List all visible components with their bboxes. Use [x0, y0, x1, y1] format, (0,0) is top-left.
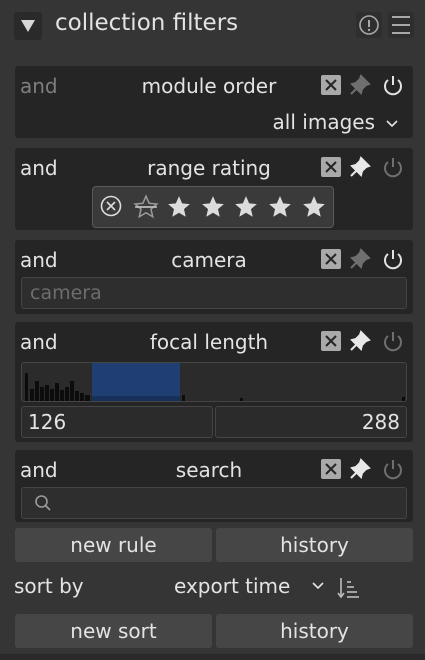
- search-input[interactable]: [21, 487, 407, 519]
- pin-icon[interactable]: [349, 248, 371, 270]
- rule-header: and range rating: [15, 148, 413, 184]
- range-min-field[interactable]: 126: [21, 406, 213, 438]
- remove-rule-icon[interactable]: [320, 458, 342, 480]
- rule-camera: and camera camera: [15, 240, 413, 314]
- remove-rule-icon[interactable]: [320, 248, 342, 270]
- dropdown-value: all images: [272, 110, 375, 134]
- rule-header: and search: [15, 450, 413, 486]
- sort-property-dropdown[interactable]: export time: [174, 574, 290, 598]
- camera-placeholder: camera: [30, 282, 102, 304]
- rating-range-widget[interactable]: [92, 186, 334, 228]
- power-icon[interactable]: [381, 330, 403, 352]
- new-rule-button[interactable]: new rule: [15, 528, 212, 562]
- sort-order-icon[interactable]: [336, 576, 360, 600]
- star-icon[interactable]: [301, 194, 327, 220]
- power-icon[interactable]: [381, 156, 403, 178]
- rule-property[interactable]: camera: [15, 248, 403, 272]
- remove-rule-icon[interactable]: [320, 330, 342, 352]
- camera-input[interactable]: camera: [21, 277, 407, 309]
- sort-row: sort by export time: [0, 570, 425, 606]
- range-max-value: 288: [361, 410, 400, 434]
- remove-rule-icon[interactable]: [320, 74, 342, 96]
- star-empty-icon[interactable]: [133, 194, 159, 220]
- info-icon[interactable]: [356, 12, 382, 38]
- star-icon[interactable]: [166, 194, 192, 220]
- power-icon[interactable]: [381, 248, 403, 270]
- presets-menu-icon[interactable]: [388, 12, 414, 38]
- range-max-field[interactable]: 288: [215, 406, 407, 438]
- rule-search: and search: [15, 450, 413, 522]
- pin-icon[interactable]: [349, 156, 371, 178]
- module-title: collection filters: [55, 10, 239, 36]
- rejected-icon[interactable]: [99, 194, 123, 218]
- chevron-down-icon: [386, 119, 398, 127]
- histogram-selection: [92, 363, 180, 401]
- rules-history-button[interactable]: history: [216, 528, 413, 562]
- pin-icon[interactable]: [349, 330, 371, 352]
- rule-property[interactable]: focal length: [15, 330, 403, 354]
- sort-history-button[interactable]: history: [216, 614, 413, 648]
- star-icon[interactable]: [233, 194, 259, 220]
- rule-range-rating: and range rating: [15, 148, 413, 230]
- collapse-triangle-icon[interactable]: [14, 12, 42, 40]
- pin-icon[interactable]: [349, 458, 371, 480]
- new-sort-button[interactable]: new sort: [15, 614, 212, 648]
- rule-header: and focal length: [15, 322, 413, 358]
- search-icon: [35, 495, 51, 511]
- rule-property[interactable]: module order: [15, 74, 403, 98]
- star-icon[interactable]: [267, 194, 293, 220]
- chevron-down-icon[interactable]: [311, 581, 325, 591]
- focal-length-histogram[interactable]: [21, 362, 407, 402]
- rule-property[interactable]: range rating: [15, 156, 403, 180]
- power-icon[interactable]: [381, 458, 403, 480]
- rule-property[interactable]: search: [15, 458, 403, 482]
- rule-header: and camera: [15, 240, 413, 276]
- star-icon[interactable]: [200, 194, 226, 220]
- rule-focal-length: and focal length 126 288: [15, 322, 413, 442]
- module-order-dropdown[interactable]: all images: [273, 110, 399, 134]
- rule-module-order: and module order all images: [15, 66, 413, 138]
- rule-header: and module order: [15, 66, 413, 102]
- histogram-bars: [25, 373, 405, 401]
- panel-bottom-edge: [0, 654, 425, 660]
- power-icon[interactable]: [381, 74, 403, 96]
- pin-icon[interactable]: [349, 74, 371, 96]
- module-header: collection filters: [0, 0, 425, 52]
- range-min-value: 126: [28, 410, 67, 434]
- sort-by-label: sort by: [14, 574, 84, 598]
- remove-rule-icon[interactable]: [320, 156, 342, 178]
